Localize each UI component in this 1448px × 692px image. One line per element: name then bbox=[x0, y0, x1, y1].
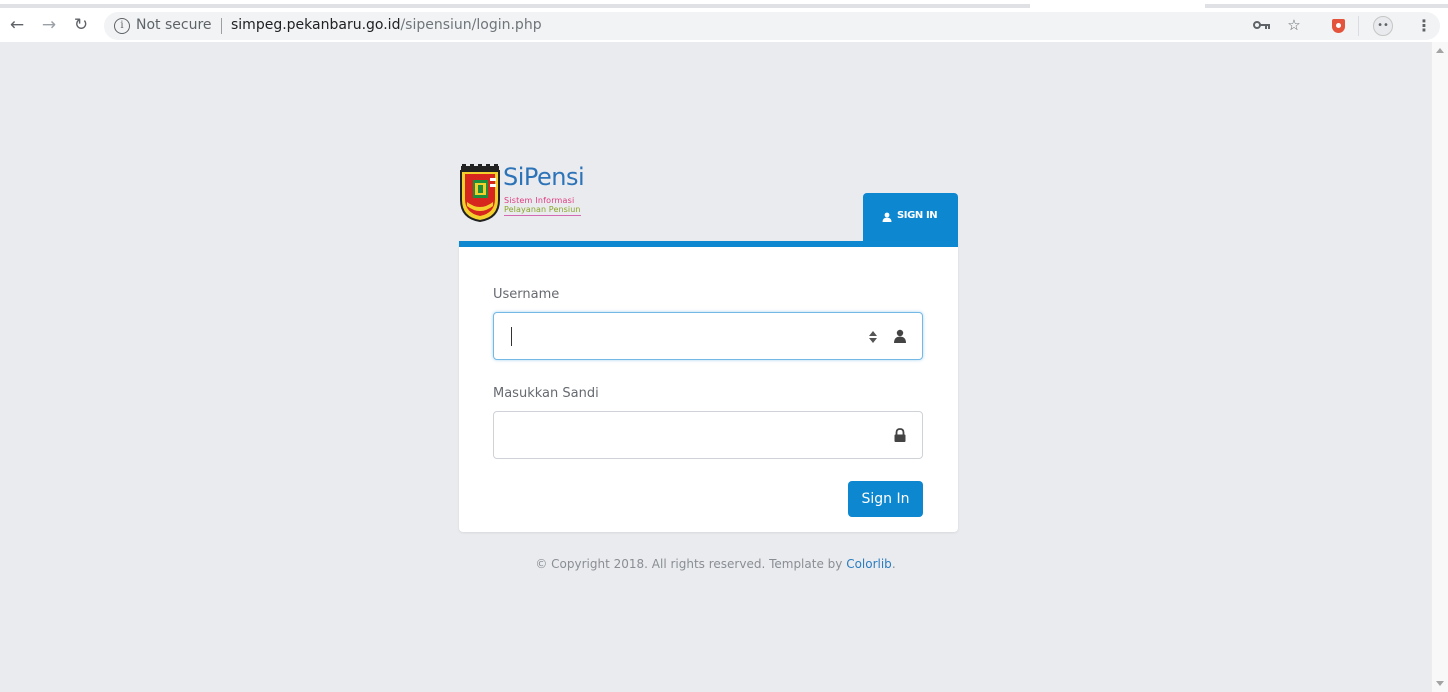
reload-icon[interactable]: ↻ bbox=[70, 14, 92, 36]
page-scrollbar[interactable] bbox=[1431, 42, 1448, 692]
copyright-suffix: . bbox=[891, 557, 896, 571]
login-card: Username Masukkan Sandi Sign In bbox=[459, 241, 958, 532]
back-icon[interactable]: ← bbox=[6, 14, 28, 36]
autofill-toggle-icon[interactable] bbox=[868, 330, 878, 344]
text-cursor bbox=[511, 327, 512, 346]
user-icon bbox=[894, 329, 906, 343]
city-emblem-icon bbox=[460, 164, 500, 222]
logo-subtitle-2: Pelayanan Pensiun bbox=[504, 205, 581, 216]
menu-icon[interactable]: ⋮ bbox=[1416, 16, 1432, 36]
username-input[interactable] bbox=[508, 321, 838, 351]
scroll-down-arrow[interactable] bbox=[1436, 681, 1444, 686]
username-label: Username bbox=[493, 287, 560, 302]
info-icon[interactable]: i bbox=[114, 18, 130, 34]
logo-subtitle-1: Sistem Informasi bbox=[504, 196, 575, 205]
sign-in-button[interactable]: Sign In bbox=[848, 481, 923, 517]
username-field[interactable] bbox=[493, 312, 923, 360]
copyright-text: © Copyright 2018. All rights reserved. T… bbox=[535, 557, 847, 571]
password-input[interactable] bbox=[508, 420, 838, 450]
user-icon bbox=[882, 212, 892, 222]
profile-extension-icon[interactable]: •• bbox=[1373, 16, 1393, 36]
url-path: /sipensiun/login.php bbox=[400, 17, 542, 33]
password-field[interactable] bbox=[493, 411, 923, 459]
tab-sign-in-label: SIGN IN bbox=[897, 210, 938, 221]
password-label: Masukkan Sandi bbox=[493, 386, 599, 401]
lock-icon bbox=[894, 428, 906, 442]
tab-strip bbox=[0, 4, 1030, 8]
browser-toolbar: ← → ↻ i Not secure simpeg.pekanbaru.go.i… bbox=[0, 0, 1448, 42]
shield-extension-icon[interactable] bbox=[1332, 19, 1345, 33]
tab-strip-right bbox=[1205, 4, 1448, 8]
logo-title: SiPensi bbox=[503, 163, 585, 191]
url-text[interactable]: simpeg.pekanbaru.go.id/sipensiun/login.p… bbox=[231, 17, 542, 33]
address-divider bbox=[221, 18, 222, 34]
security-label[interactable]: Not secure bbox=[136, 17, 212, 33]
forward-icon[interactable]: → bbox=[38, 14, 60, 36]
sipensi-logo: SiPensi Sistem Informasi Pelayanan Pensi… bbox=[458, 163, 598, 225]
star-icon[interactable]: ☆ bbox=[1284, 16, 1304, 34]
scroll-up-arrow[interactable] bbox=[1436, 48, 1444, 53]
tab-sign-in[interactable]: SIGN IN bbox=[863, 193, 958, 243]
key-icon[interactable] bbox=[1252, 17, 1272, 35]
toolbar-divider bbox=[1358, 16, 1359, 36]
colorlib-link[interactable]: Colorlib bbox=[846, 557, 892, 571]
copyright-footer: © Copyright 2018. All rights reserved. T… bbox=[0, 557, 1431, 571]
address-bar[interactable]: i Not secure simpeg.pekanbaru.go.id/sipe… bbox=[104, 12, 1440, 40]
url-host: simpeg.pekanbaru.go.id bbox=[231, 17, 401, 33]
